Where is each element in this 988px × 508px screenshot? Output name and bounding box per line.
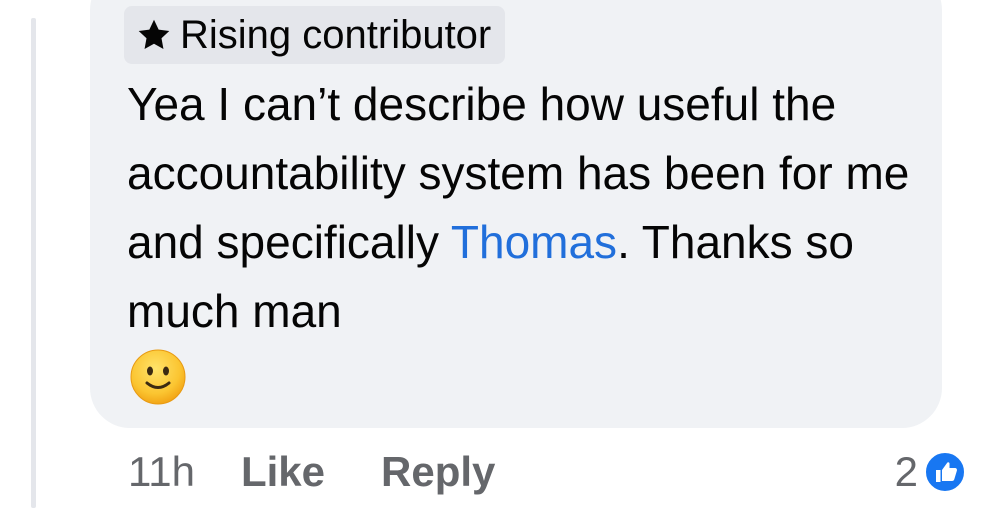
mention-link[interactable]: Thomas — [451, 216, 617, 268]
comment-actions: 11h Like Reply — [128, 442, 551, 502]
timestamp[interactable]: 11h — [128, 448, 195, 496]
badge-label: Rising contributor — [180, 13, 492, 57]
comment-text: Yea I can’t describe how useful the acco… — [127, 70, 927, 346]
like-button[interactable]: Like — [241, 448, 325, 496]
thumbs-up-icon — [924, 451, 966, 493]
thread-line — [31, 18, 36, 508]
contributor-badge[interactable]: Rising contributor — [124, 6, 506, 64]
reaction-summary[interactable]: 2 — [895, 442, 966, 502]
reaction-count: 2 — [894, 448, 918, 495]
star-icon — [136, 17, 172, 53]
slightly-smiling-face-emoji — [130, 349, 186, 405]
reply-button[interactable]: Reply — [381, 448, 495, 496]
